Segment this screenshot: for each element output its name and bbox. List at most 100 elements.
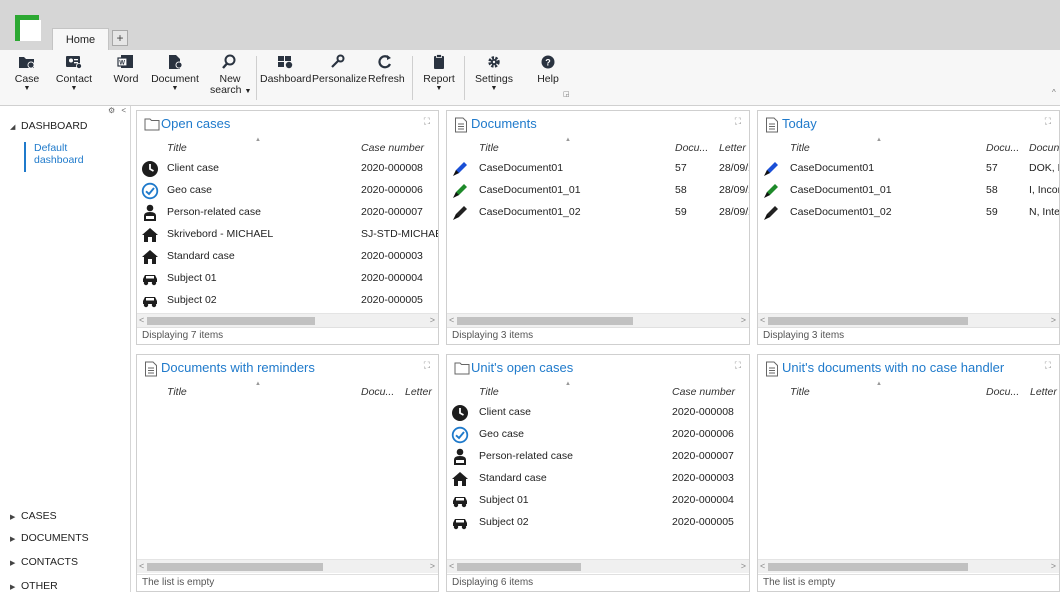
document-button[interactable]: Document ▼ — [151, 54, 199, 102]
wrench-icon — [312, 54, 362, 74]
nav-section-contacts[interactable]: ▶ CONTACTS — [10, 556, 78, 568]
scroll-right-icon[interactable]: > — [741, 560, 746, 573]
table-row[interactable]: CaseDocument01_01 58 28/09/2 — [447, 180, 749, 202]
personalize-button[interactable]: Personalize — [312, 54, 367, 102]
cell-case-number: 2020-000004 — [361, 272, 423, 284]
column-header-title[interactable]: Title — [479, 142, 499, 154]
scroll-left-icon[interactable]: < — [760, 314, 765, 327]
scroll-right-icon[interactable]: > — [741, 314, 746, 327]
refresh-button[interactable]: Refresh — [368, 54, 405, 102]
nav-section-dashboard[interactable]: ◢ DASHBOARD — [10, 120, 88, 132]
scroll-left-icon[interactable]: < — [760, 560, 765, 573]
column-header-letter-date[interactable]: Letter — [405, 386, 432, 398]
settings-button[interactable]: Settings ▼ — [474, 54, 514, 102]
cell-letter-date: 28/09/2 — [719, 206, 749, 218]
nav-item-default-dashboard[interactable]: Default dashboard — [24, 142, 124, 172]
cell-case-number: 2020-000005 — [361, 294, 423, 306]
case-button[interactable]: Case ▼ — [14, 54, 40, 102]
scroll-right-icon[interactable]: > — [430, 314, 435, 327]
table-row[interactable]: Skrivebord - MICHAEL SJ-STD-MICHAEL — [137, 224, 438, 246]
collapse-ribbon-icon[interactable]: ^ — [1052, 88, 1056, 97]
maximize-icon[interactable]: ⛶ — [1045, 116, 1051, 127]
scroll-right-icon[interactable]: > — [430, 560, 435, 573]
tab-home[interactable]: Home — [52, 28, 109, 50]
column-header-letter-date[interactable]: Letter — [1030, 386, 1057, 398]
table-row[interactable]: Person-related case 2020-000007 — [137, 202, 438, 224]
cell-case-number: 2020-000006 — [672, 428, 734, 440]
table-row[interactable]: Person-related case 2020-000007 — [447, 446, 749, 468]
table-row[interactable]: CaseDocument01 57 DOK, D — [758, 158, 1059, 180]
table-row[interactable]: Geo case 2020-000006 — [137, 180, 438, 202]
new-search-button[interactable]: New search ▼ — [210, 54, 252, 102]
scrollbar-thumb[interactable] — [768, 563, 968, 571]
column-header-document-type[interactable]: Docun — [1029, 142, 1059, 154]
table-row[interactable]: Subject 02 2020-000005 — [137, 290, 438, 312]
group-launcher-icon[interactable]: ◲ — [563, 90, 570, 98]
panel-today: Today ⛶ ▲ Title Docu... Docun CaseDocume… — [757, 110, 1060, 345]
table-row[interactable]: Client case 2020-000008 — [137, 158, 438, 180]
table-row[interactable]: CaseDocument01_02 59 N, Inter — [758, 202, 1059, 224]
scroll-left-icon[interactable]: < — [449, 560, 454, 573]
dashboard-button[interactable]: Dashboard — [260, 54, 311, 102]
scrollbar-thumb[interactable] — [457, 563, 581, 571]
horizontal-scrollbar[interactable]: < > — [447, 559, 749, 573]
report-button[interactable]: Report ▼ — [422, 54, 456, 102]
maximize-icon[interactable]: ⛶ — [735, 116, 741, 127]
contact-button[interactable]: Contact ▼ — [50, 54, 98, 102]
pen-green-icon — [451, 182, 469, 200]
scrollbar-thumb[interactable] — [147, 317, 315, 325]
maximize-icon[interactable]: ⛶ — [1045, 360, 1051, 371]
column-header-case-number[interactable]: Case number — [672, 386, 735, 398]
help-button[interactable]: ? Help — [534, 54, 562, 102]
scrollbar-thumb[interactable] — [457, 317, 633, 325]
scroll-right-icon[interactable]: > — [1051, 314, 1056, 327]
word-button[interactable]: W Word — [112, 54, 140, 102]
maximize-icon[interactable]: ⛶ — [424, 360, 430, 371]
column-header-case-number[interactable]: Case number — [361, 142, 424, 154]
horizontal-scrollbar[interactable]: < > — [758, 313, 1059, 327]
table-row[interactable]: Subject 02 2020-000005 — [447, 512, 749, 534]
table-row[interactable]: CaseDocument01_01 58 I, Incon — [758, 180, 1059, 202]
column-header-document-number[interactable]: Docu... — [986, 386, 1019, 398]
scroll-left-icon[interactable]: < — [139, 314, 144, 327]
gear-icon[interactable]: ⚙ — [108, 106, 115, 115]
column-header-title[interactable]: Title — [167, 142, 187, 154]
column-header-document-number[interactable]: Docu... — [675, 142, 708, 154]
horizontal-scrollbar[interactable]: < > — [137, 313, 438, 327]
horizontal-scrollbar[interactable]: < > — [137, 559, 438, 573]
scrollbar-thumb[interactable] — [147, 563, 323, 571]
table-row[interactable]: Geo case 2020-000006 — [447, 424, 749, 446]
table-row[interactable]: Subject 01 2020-000004 — [447, 490, 749, 512]
table-row[interactable]: Standard case 2020-000003 — [447, 468, 749, 490]
add-tab-button[interactable]: + — [112, 30, 128, 46]
table-row[interactable]: Subject 01 2020-000004 — [137, 268, 438, 290]
table-row[interactable]: Standard case 2020-000003 — [137, 246, 438, 268]
nav-section-cases[interactable]: ▶ CASES — [10, 510, 57, 522]
scroll-left-icon[interactable]: < — [449, 314, 454, 327]
maximize-icon[interactable]: ⛶ — [735, 360, 741, 371]
cell-document-number: 58 — [675, 184, 687, 196]
table-row[interactable]: CaseDocument01 57 28/09/2 — [447, 158, 749, 180]
table-row[interactable]: CaseDocument01_02 59 28/09/2 — [447, 202, 749, 224]
column-header-title[interactable]: Title — [167, 386, 187, 398]
column-header-title[interactable]: Title — [790, 142, 810, 154]
column-header-document-number[interactable]: Docu... — [986, 142, 1019, 154]
scroll-right-icon[interactable]: > — [1051, 560, 1056, 573]
horizontal-scrollbar[interactable]: < > — [758, 559, 1059, 573]
nav-section-other[interactable]: ▶ OTHER — [10, 580, 58, 592]
column-header-title[interactable]: Title — [790, 386, 810, 398]
chevron-down-icon: ▼ — [244, 88, 252, 95]
column-header-letter-date[interactable]: Letter — [719, 142, 746, 154]
maximize-icon[interactable]: ⛶ — [424, 116, 430, 127]
cell-title: Skrivebord - MICHAEL — [167, 228, 274, 240]
column-header-title[interactable]: Title — [479, 386, 499, 398]
panel-header: Documents ⛶ — [447, 111, 749, 135]
chevron-down-icon: ▼ — [70, 85, 78, 92]
column-header-document-number[interactable]: Docu... — [361, 386, 394, 398]
collapse-pane-icon[interactable]: < — [121, 106, 126, 115]
scroll-left-icon[interactable]: < — [139, 560, 144, 573]
table-row[interactable]: Client case 2020-000008 — [447, 402, 749, 424]
nav-section-documents[interactable]: ▶ DOCUMENTS — [10, 532, 89, 544]
horizontal-scrollbar[interactable]: < > — [447, 313, 749, 327]
scrollbar-thumb[interactable] — [768, 317, 968, 325]
